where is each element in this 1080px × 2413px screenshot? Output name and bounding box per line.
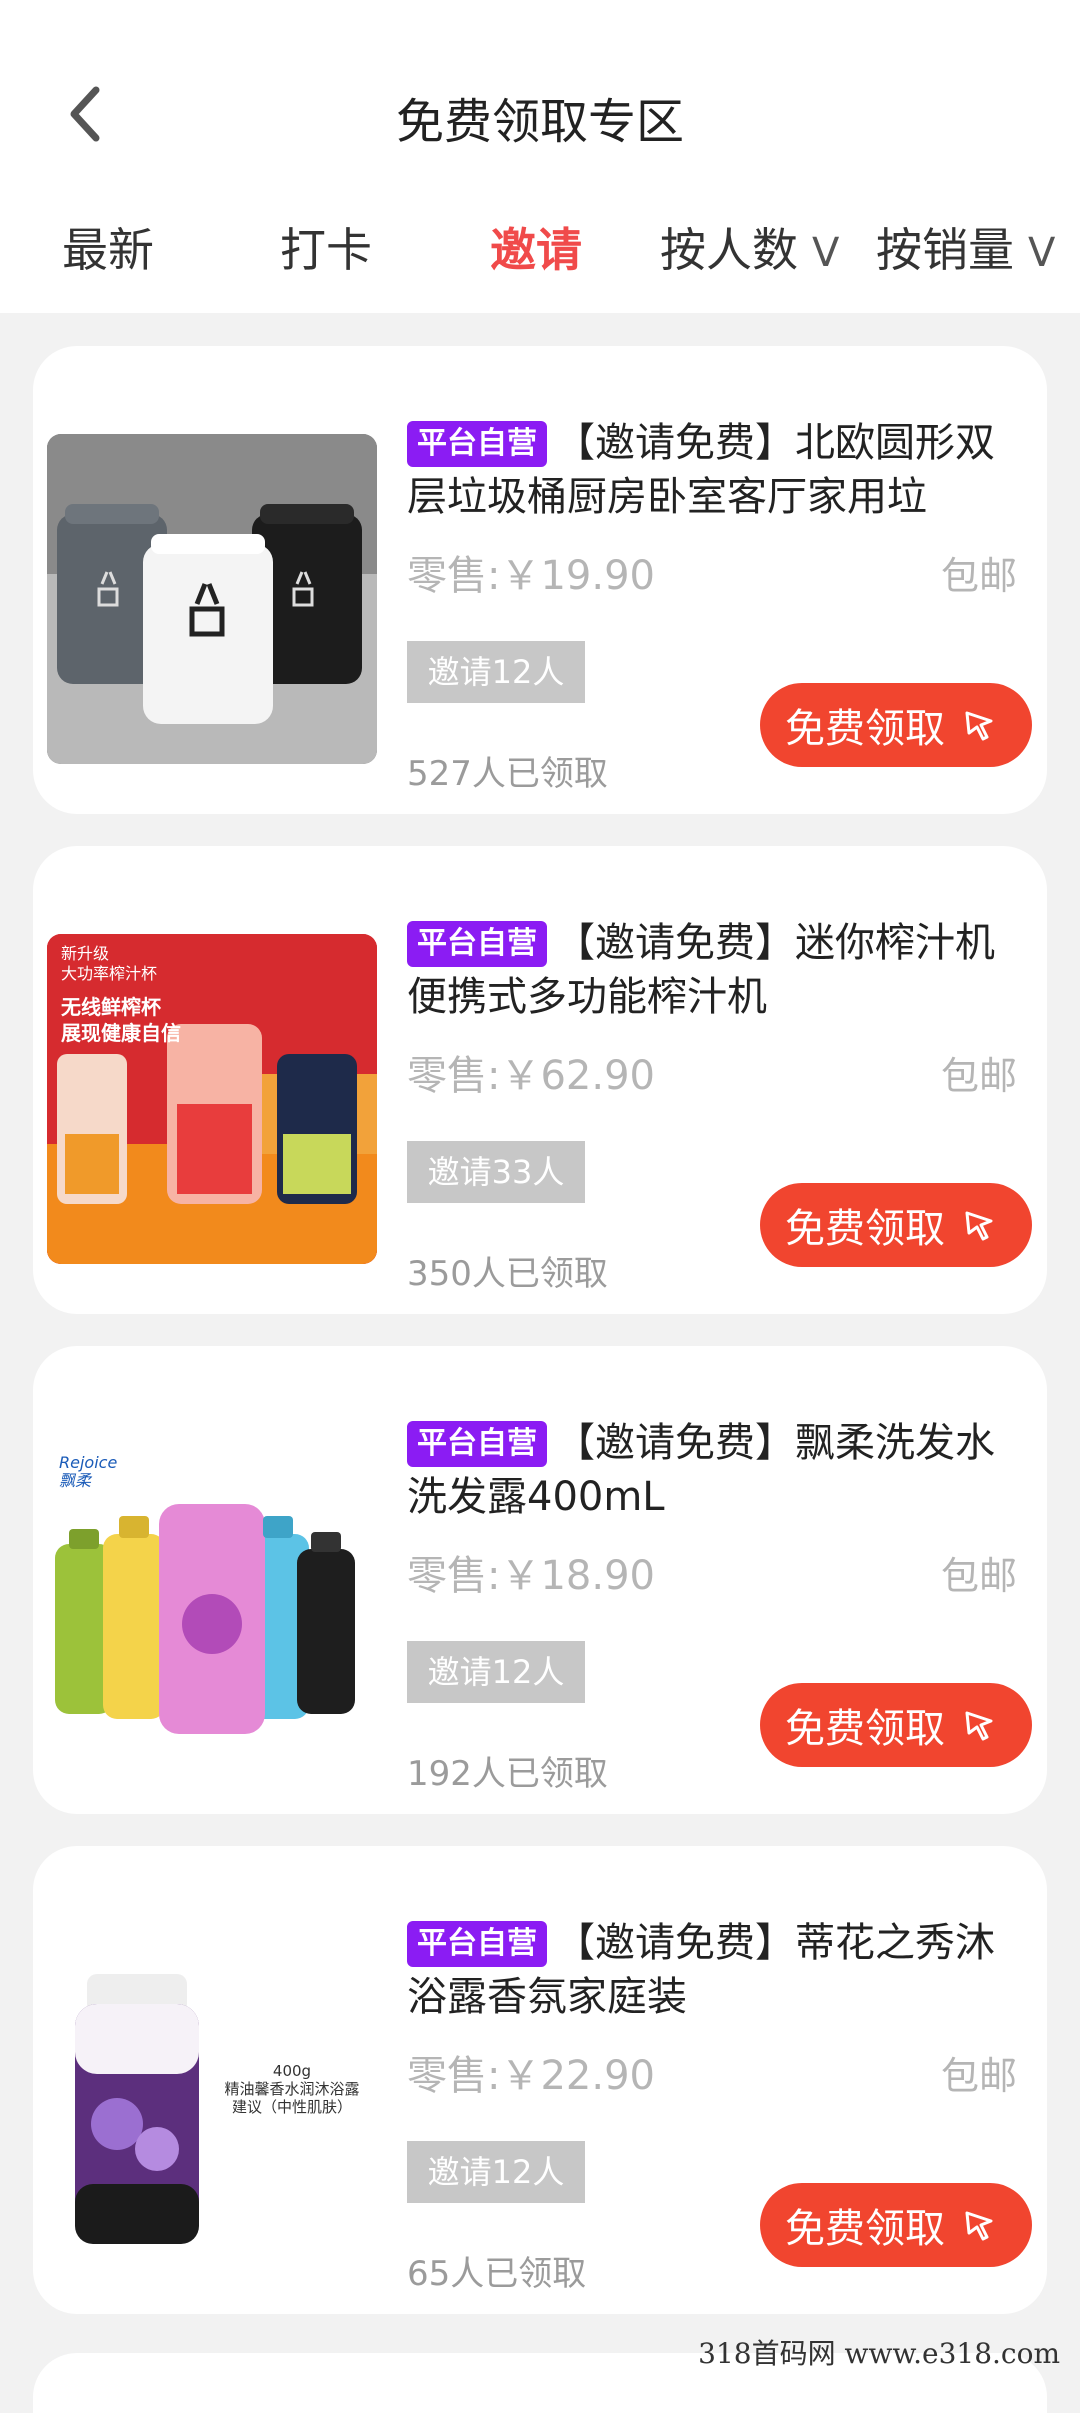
platform-badge: 平台自营 [407, 1921, 547, 1967]
product-info: 平台自营 【邀请免费】北欧圆形双层垃圾桶厨房卧室客厅家用垃 [407, 416, 1017, 524]
dropdown-chevron-icon: V [812, 230, 840, 276]
trash-bin-image [47, 434, 377, 764]
price-row: 零售:￥18.90 包邮 [407, 1546, 1017, 1606]
button-label: 免费领取 [785, 706, 945, 752]
sort-by-people[interactable]: 按人数 V [660, 215, 839, 285]
platform-badge: 平台自营 [407, 921, 547, 967]
tab-invite[interactable]: 邀请 [490, 215, 582, 285]
free-claim-button[interactable]: 免费领取 [760, 1683, 1032, 1767]
button-label: 免费领取 [785, 2206, 945, 2252]
tab-latest[interactable]: 最新 [62, 215, 154, 285]
button-label: 免费领取 [785, 1206, 945, 1252]
product-title: 平台自营 【邀请免费】北欧圆形双层垃圾桶厨房卧室客厅家用垃 [407, 416, 1017, 524]
product-title: 平台自营 【邀请免费】蒂花之秀沐浴露香氛家庭装 [407, 1916, 1017, 2024]
body-wash-image: 400g 精油馨香水润沐浴露 建议（中性肌肤） [47, 1934, 377, 2264]
image-caption-line: Rejoice [59, 1453, 118, 1472]
cursor-click-icon [965, 2211, 993, 2241]
tab-checkin[interactable]: 打卡 [280, 215, 372, 285]
product-info: 平台自营 【邀请免费】迷你榨汁机 便携式多功能榨汁机 [407, 916, 1017, 1024]
brand-logo: Rejoice 飘柔 [59, 1454, 117, 1490]
dropdown-chevron-icon: V [1028, 230, 1056, 276]
product-info: 平台自营 【邀请免费】蒂花之秀沐浴露香氛家庭装 [407, 1916, 1017, 2024]
sort-by-sales[interactable]: 按销量 V [876, 215, 1055, 285]
button-label: 免费领取 [785, 1706, 945, 1752]
product-title: 平台自营 【邀请免费】飘柔洗发水洗发露400mL [407, 1416, 1017, 1524]
filter-tabs: 最新 打卡 邀请 按人数 V 按销量 V [0, 215, 1080, 285]
free-shipping-label: 包邮 [940, 1554, 1017, 1598]
page-title: 免费领取专区 [395, 94, 684, 150]
price-row: 零售:￥22.90 包邮 [407, 2046, 1017, 2106]
juicer-image: 新升级 大功率榨汁杯 无线鲜榨杯 展现健康自信 [47, 934, 377, 1264]
free-claim-button[interactable]: 免费领取 [760, 1183, 1032, 1267]
image-caption-line: 精油馨香水润沐浴露 [224, 2080, 360, 2098]
tab-label: 邀请 [490, 223, 582, 277]
invite-requirement-tag: 邀请12人 [407, 641, 585, 703]
claimed-count: 527人已领取 [407, 754, 608, 794]
image-caption-line: 大功率榨汁杯 [61, 964, 158, 983]
retail-price: 零售:￥19.90 [407, 553, 655, 599]
image-caption-line: 400g [272, 2062, 312, 2080]
image-caption-line: 无线鲜榨杯 [61, 995, 161, 1019]
retail-price: 零售:￥18.90 [407, 1553, 655, 1599]
free-claim-button[interactable]: 免费领取 [760, 683, 1032, 767]
cursor-click-icon [965, 1711, 993, 1741]
product-info: 平台自营 【邀请免费】飘柔洗发水洗发露400mL [407, 1416, 1017, 1524]
image-caption: 400g 精油馨香水润沐浴露 建议（中性肌肤） [217, 2062, 367, 2116]
image-caption-line: 飘柔 [59, 1471, 92, 1490]
invite-requirement-tag: 邀请33人 [407, 1141, 585, 1203]
free-shipping-label: 包邮 [940, 1054, 1017, 1098]
tab-label: 按销量 [876, 223, 1014, 277]
product-title: 平台自营 【邀请免费】迷你榨汁机 便携式多功能榨汁机 [407, 916, 1017, 1024]
cursor-click-icon [965, 1211, 993, 1241]
image-caption: 新升级 大功率榨汁杯 无线鲜榨杯 展现健康自信 [61, 944, 181, 1046]
tab-label: 最新 [62, 223, 154, 277]
free-shipping-label: 包邮 [940, 2054, 1017, 2098]
product-card[interactable]: 新升级 大功率榨汁杯 无线鲜榨杯 展现健康自信 平台自营 【邀请免费】迷你榨汁机 … [33, 846, 1047, 1314]
product-card[interactable]: 平台自营 【邀请免费】北欧圆形双层垃圾桶厨房卧室客厅家用垃 零售:￥19.90 包… [33, 346, 1047, 814]
image-caption-line: 展现健康自信 [61, 1021, 181, 1045]
header: 免费领取专区 最新 打卡 邀请 按人数 V 按销量 V [0, 0, 1080, 313]
invite-requirement-tag: 邀请12人 [407, 2141, 585, 2203]
cursor-click-icon [965, 711, 993, 741]
tab-label: 按人数 [660, 223, 798, 277]
price-row: 零售:￥62.90 包邮 [407, 1046, 1017, 1106]
watermark: 318首码网 www.e318.com [698, 2337, 1060, 2370]
platform-badge: 平台自营 [407, 421, 547, 467]
image-caption-line: 新升级 [61, 944, 110, 963]
shampoo-image: Rejoice 飘柔 [47, 1434, 377, 1764]
tab-label: 打卡 [280, 223, 372, 277]
free-claim-button[interactable]: 免费领取 [760, 2183, 1032, 2267]
free-shipping-label: 包邮 [940, 554, 1017, 598]
platform-badge: 平台自营 [407, 1421, 547, 1467]
claimed-count: 192人已领取 [407, 1754, 608, 1794]
invite-requirement-tag: 邀请12人 [407, 1641, 585, 1703]
claimed-count: 350人已领取 [407, 1254, 608, 1294]
claimed-count: 65人已领取 [407, 2254, 587, 2294]
product-card[interactable]: Rejoice 飘柔 平台自营 【邀请免费】飘柔洗发水洗发露400mL 零售:￥1… [33, 1346, 1047, 1814]
retail-price: 零售:￥22.90 [407, 2053, 655, 2099]
retail-price: 零售:￥62.90 [407, 1053, 655, 1099]
price-row: 零售:￥19.90 包邮 [407, 546, 1017, 606]
image-caption-line: 建议（中性肌肤） [231, 2098, 352, 2116]
product-card[interactable]: 400g 精油馨香水润沐浴露 建议（中性肌肤） 平台自营 【邀请免费】蒂花之秀沐浴… [33, 1846, 1047, 2314]
